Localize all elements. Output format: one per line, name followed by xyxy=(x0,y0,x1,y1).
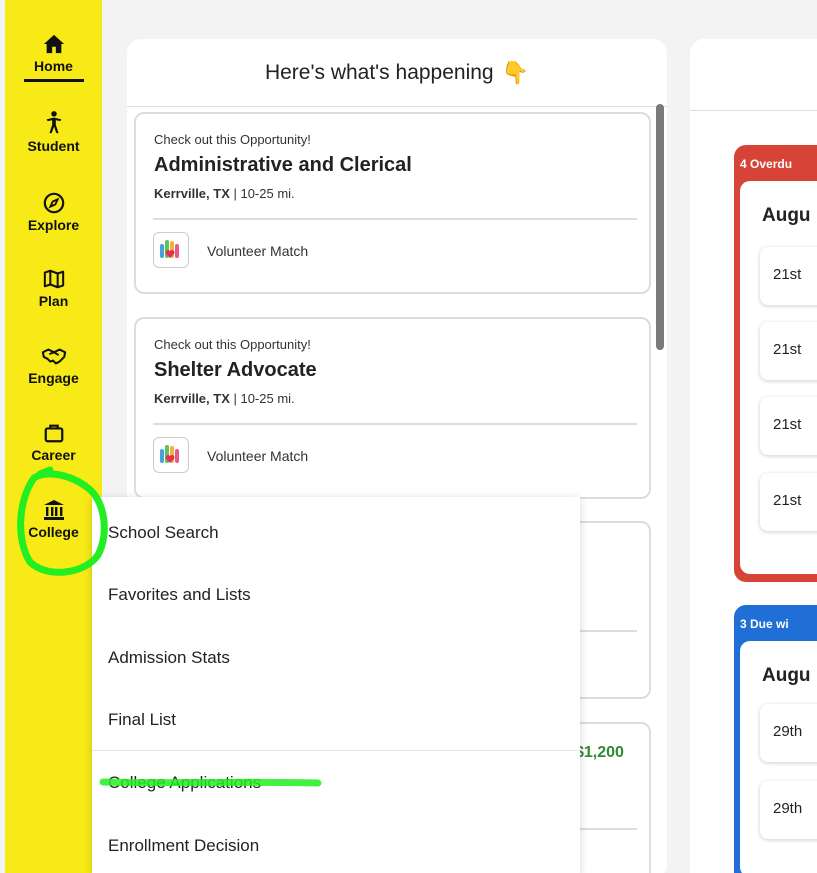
opportunity-location: Kerrville, TX | 10-25 mi. xyxy=(154,391,295,406)
menu-divider xyxy=(92,750,580,751)
panel-title: Here's what's happening xyxy=(264,60,494,84)
due-item[interactable]: 21st xyxy=(760,397,817,455)
college-submenu: School Search Favorites and Lists Admiss… xyxy=(92,497,580,873)
sidebar-item-student[interactable]: Student xyxy=(5,111,102,154)
due-date: 29th xyxy=(773,800,803,817)
opportunity-title: Administrative and Clerical xyxy=(154,154,412,176)
due-item[interactable]: 29th xyxy=(760,704,817,762)
sidebar-item-label: College xyxy=(28,524,79,540)
due-month: Augu xyxy=(762,665,811,686)
sidebar-item-home[interactable]: Home xyxy=(5,33,102,82)
handshake-icon xyxy=(41,348,66,365)
opportunity-kicker: Check out this Opportunity! xyxy=(154,132,311,147)
due-date: 21st xyxy=(773,266,802,283)
opportunity-city: Kerrville, TX xyxy=(154,186,230,201)
home-icon xyxy=(43,34,64,54)
opportunity-card[interactable]: Check out this Opportunity! Shelter Advo… xyxy=(134,317,651,499)
due-date: 21st xyxy=(773,341,802,358)
hands-heart-icon xyxy=(160,445,179,463)
opportunity-kicker: Check out this Opportunity! xyxy=(154,337,311,352)
opportunity-title: Shelter Advocate xyxy=(154,359,317,381)
opportunity-card[interactable]: Check out this Opportunity! Administrati… xyxy=(134,112,651,294)
menu-item-admission-stats[interactable]: Admission Stats xyxy=(108,648,230,668)
overdue-count: 4 Overdu xyxy=(740,157,793,171)
hands-heart-icon xyxy=(160,240,179,258)
institution-icon xyxy=(43,500,64,520)
panel-header: Here's what's happening 👇 xyxy=(127,39,667,107)
sidebar-item-label: Explore xyxy=(27,217,80,233)
pointing-down-icon: 👇 xyxy=(501,59,530,85)
active-indicator xyxy=(23,79,84,82)
due-date: 21st xyxy=(773,416,802,433)
due-item[interactable]: 21st xyxy=(760,247,817,305)
opportunity-org: Volunteer Match xyxy=(207,243,309,259)
menu-item-school-search[interactable]: School Search xyxy=(108,523,219,543)
opportunity-location: Kerrville, TX | 10-25 mi. xyxy=(154,186,295,201)
sidebar-item-engage[interactable]: Engage xyxy=(5,345,102,386)
sidebar-item-career[interactable]: Career xyxy=(5,422,102,463)
volunteer-match-logo xyxy=(153,437,189,473)
sidebar-item-label: Home xyxy=(34,58,73,74)
panel-scrollbar[interactable] xyxy=(656,104,664,350)
sidebar-item-label: Engage xyxy=(28,370,79,386)
sidebar-item-explore[interactable]: Explore xyxy=(5,192,102,233)
due-month: Augu xyxy=(762,205,811,226)
compass-icon xyxy=(43,192,64,214)
sidebar-item-label: Career xyxy=(31,447,76,463)
sidebar-item-label: Plan xyxy=(38,293,69,309)
map-icon xyxy=(43,269,64,289)
sidebar-item-label: Student xyxy=(27,138,80,154)
opportunity-org: Volunteer Match xyxy=(207,448,309,464)
menu-item-favorites-and-lists[interactable]: Favorites and Lists xyxy=(108,585,251,605)
opportunity-distance: | 10-25 mi. xyxy=(229,391,295,406)
menu-item-college-applications[interactable]: College Applications xyxy=(108,773,261,793)
due-item[interactable]: 21st xyxy=(760,473,817,531)
due-date: 29th xyxy=(773,723,803,740)
divider xyxy=(153,423,637,425)
opportunity-distance: | 10-25 mi. xyxy=(229,186,295,201)
sidebar-item-plan[interactable]: Plan xyxy=(5,268,102,309)
due-date: 21st xyxy=(773,492,802,509)
due-item[interactable]: 29th xyxy=(760,781,817,839)
briefcase-icon xyxy=(44,424,63,443)
volunteer-match-logo xyxy=(153,232,189,268)
sidebar-nav: Home Student Explore Plan Engage Career … xyxy=(5,0,102,873)
divider xyxy=(153,218,637,220)
scholarship-amount: $1,200 xyxy=(575,744,624,761)
due-item[interactable]: 21st xyxy=(760,322,817,380)
menu-item-enrollment-decision[interactable]: Enrollment Decision xyxy=(108,836,259,856)
panel-header-divider xyxy=(690,110,817,111)
upcoming-count: 3 Due wi xyxy=(740,617,789,631)
menu-item-final-list[interactable]: Final List xyxy=(108,710,176,730)
opportunity-city: Kerrville, TX xyxy=(154,391,230,406)
student-icon xyxy=(46,111,61,134)
sidebar-item-college[interactable]: College xyxy=(5,499,102,540)
